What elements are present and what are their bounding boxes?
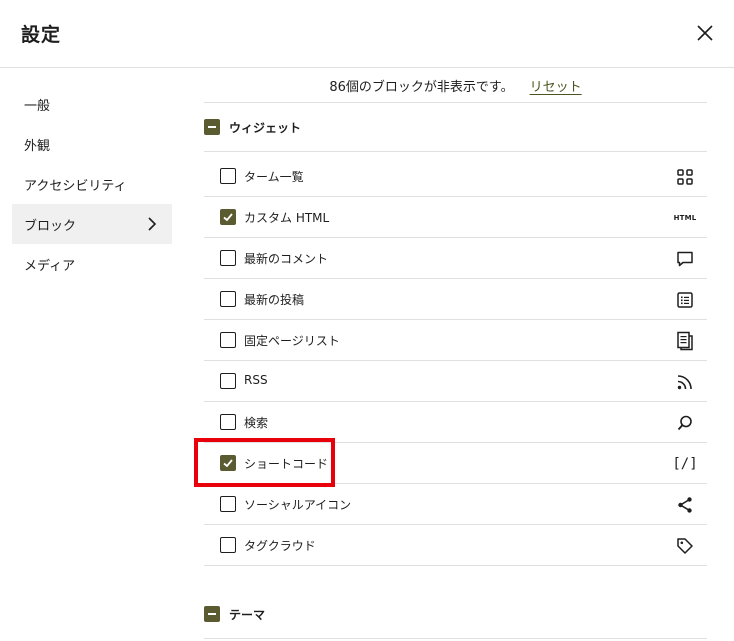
checkmark-icon bbox=[223, 213, 233, 222]
minus-icon bbox=[208, 126, 216, 128]
close-icon bbox=[697, 25, 713, 41]
share-icon bbox=[673, 493, 697, 517]
minus-icon bbox=[208, 613, 216, 615]
grid-icon bbox=[673, 165, 697, 189]
modal-title: 設定 bbox=[21, 24, 62, 46]
block-label: ソーシャルアイコン bbox=[244, 498, 352, 512]
block-row-social-icons: ソーシャルアイコン bbox=[204, 484, 707, 525]
sidebar-item-label: メディア bbox=[24, 258, 76, 274]
search-icon bbox=[673, 411, 697, 435]
block-row-tag-cloud: タグクラウド bbox=[204, 525, 707, 566]
settings-modal: 設定 一般 外観 アクセシビリティ ブロック メディア 86個のブロックが非表示… bbox=[0, 0, 734, 641]
category-toggle-checkbox[interactable] bbox=[204, 119, 220, 135]
sidebar-item-label: ブロック bbox=[24, 218, 77, 234]
block-label: カスタム HTML bbox=[244, 211, 330, 225]
category-label: ウィジェット bbox=[229, 120, 302, 135]
block-checkbox[interactable] bbox=[220, 414, 236, 430]
reset-link[interactable]: リセット bbox=[530, 76, 582, 95]
block-label: ショートコード bbox=[244, 457, 329, 471]
sidebar-item-general[interactable]: 一般 bbox=[12, 84, 172, 124]
page-list-icon bbox=[673, 329, 697, 353]
comment-icon bbox=[673, 247, 697, 271]
divider bbox=[204, 151, 707, 152]
block-checkbox[interactable] bbox=[220, 332, 236, 348]
block-checkbox[interactable] bbox=[220, 168, 236, 184]
sidebar-item-accessibility[interactable]: アクセシビリティ bbox=[12, 164, 172, 204]
block-label: 固定ページリスト bbox=[244, 334, 340, 348]
block-row-page-list: 固定ページリスト bbox=[204, 320, 707, 361]
block-checkbox[interactable] bbox=[220, 291, 236, 307]
block-row-search: 検索 bbox=[204, 402, 707, 443]
modal-header: 設定 bbox=[0, 0, 734, 68]
block-checkbox[interactable] bbox=[220, 250, 236, 266]
category-label: テーマ bbox=[229, 607, 266, 622]
close-button[interactable] bbox=[692, 20, 718, 46]
divider bbox=[204, 638, 707, 639]
block-checkbox[interactable] bbox=[220, 373, 236, 389]
block-checkbox[interactable] bbox=[220, 209, 236, 225]
block-label: 検索 bbox=[244, 416, 269, 430]
hidden-blocks-info: 86個のブロックが非表示です。 リセット bbox=[204, 68, 707, 103]
block-row-custom-html: カスタム HTML HTML bbox=[204, 197, 707, 238]
settings-sidebar: 一般 外観 アクセシビリティ ブロック メディア bbox=[12, 84, 172, 284]
shortcode-icon: [/] bbox=[672, 452, 698, 476]
block-label: ターム一覧 bbox=[244, 170, 304, 184]
block-label: タグクラウド bbox=[244, 539, 316, 553]
category-header-theme: テーマ bbox=[204, 601, 707, 627]
block-label: 最新のコメント bbox=[244, 252, 329, 266]
block-checkbox[interactable] bbox=[220, 496, 236, 512]
sidebar-item-label: 一般 bbox=[24, 98, 51, 114]
block-checkbox[interactable] bbox=[220, 537, 236, 553]
post-list-icon bbox=[673, 288, 697, 312]
block-list: ターム一覧 カスタム HTML HTML 最新のコメント 最新の投稿 固定ページ… bbox=[204, 156, 707, 566]
html-icon: HTML bbox=[673, 206, 697, 230]
shortcode-icon-text: [/] bbox=[672, 456, 698, 472]
blocks-panel: 86個のブロックが非表示です。 リセット ウィジェット ターム一覧 カスタム H… bbox=[204, 68, 707, 641]
block-label: 最新の投稿 bbox=[244, 293, 305, 307]
rss-icon bbox=[673, 370, 697, 394]
block-row-shortcode: ショートコード [/] bbox=[204, 443, 707, 484]
block-row-latest-posts: 最新の投稿 bbox=[204, 279, 707, 320]
block-row-latest-comments: 最新のコメント bbox=[204, 238, 707, 279]
block-label: RSS bbox=[244, 373, 268, 387]
sidebar-item-label: 外観 bbox=[24, 138, 51, 154]
block-checkbox[interactable] bbox=[220, 455, 236, 471]
category-header-widgets: ウィジェット bbox=[204, 114, 707, 140]
category-toggle-checkbox[interactable] bbox=[204, 606, 220, 622]
sidebar-item-label: アクセシビリティ bbox=[24, 178, 127, 194]
checkmark-icon bbox=[223, 459, 233, 468]
sidebar-item-blocks[interactable]: ブロック bbox=[12, 204, 172, 244]
sidebar-item-appearance[interactable]: 外観 bbox=[12, 124, 172, 164]
hidden-count-text: 86個のブロックが非表示です。 bbox=[329, 79, 514, 95]
block-row-term-list: ターム一覧 bbox=[204, 156, 707, 197]
sidebar-item-media[interactable]: メディア bbox=[12, 244, 172, 284]
chevron-right-icon bbox=[148, 217, 157, 231]
tag-icon bbox=[673, 534, 697, 558]
html-icon-text: HTML bbox=[673, 214, 697, 222]
block-row-rss: RSS bbox=[204, 361, 707, 402]
